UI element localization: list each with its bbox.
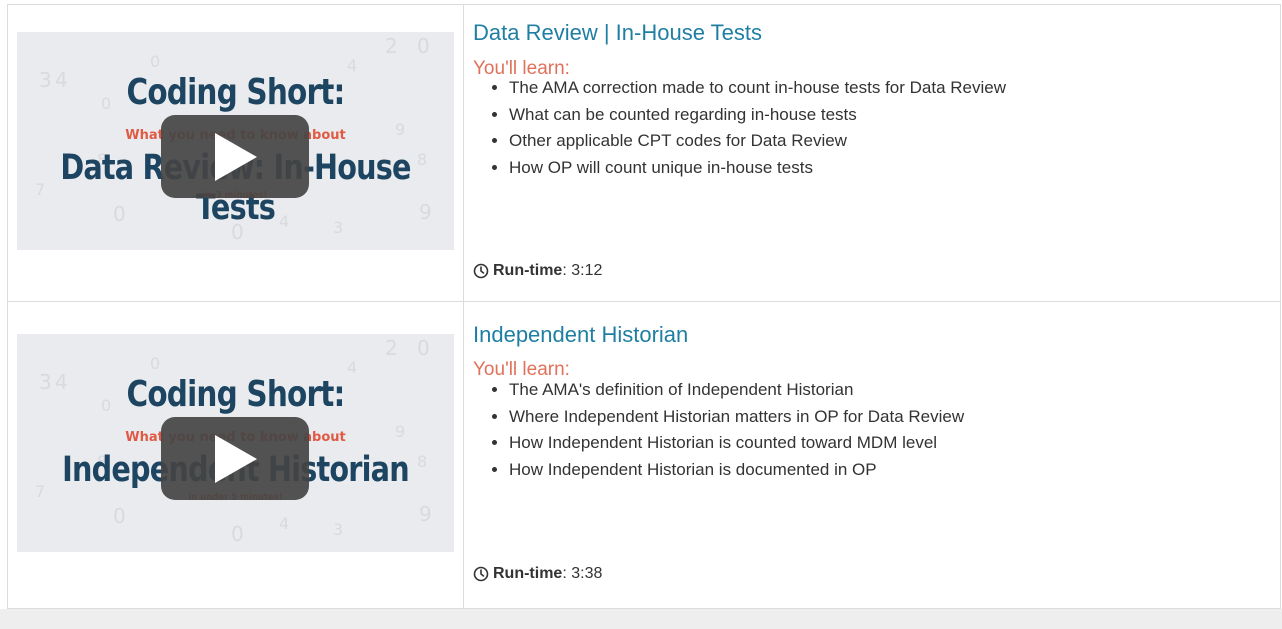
background-digit: 2: [385, 336, 398, 360]
background-digit: 7: [35, 180, 46, 199]
learning-point: Where Independent Historian matters in O…: [509, 404, 964, 431]
background-digit: 0: [150, 354, 161, 373]
runtime-value: : 3:12: [562, 262, 603, 279]
info-cell: Independent Historian You'll learn: The …: [463, 301, 1281, 609]
learning-point: What can be counted regarding in-house t…: [509, 102, 1006, 129]
background-digit: 3: [39, 370, 52, 394]
background-digit: 0: [150, 52, 161, 71]
play-icon: [215, 435, 257, 483]
background-digit: 2: [385, 34, 398, 58]
play-icon: [215, 133, 257, 181]
background-digit: 0: [231, 522, 244, 546]
learning-point: The AMA's definition of Independent Hist…: [509, 377, 964, 404]
background-digit: 3: [39, 68, 52, 92]
runtime-info: Run-time : 3:38: [473, 565, 602, 583]
video-title-link[interactable]: Independent Historian: [473, 322, 688, 348]
clock-icon: [473, 263, 489, 279]
info-cell: Data Review | In-House Tests You'll lear…: [463, 4, 1281, 302]
thumbnail-heading: Coding Short:: [126, 374, 346, 415]
runtime-label: Run-time: [493, 262, 563, 279]
background-digit: 4: [279, 514, 290, 533]
learning-point: The AMA correction made to count in-hous…: [509, 75, 1006, 102]
learning-points-list: The AMA correction made to count in-hous…: [473, 75, 1006, 181]
learning-point: How Independent Historian is counted tow…: [509, 430, 964, 457]
thumbnail-heading: Coding Short:: [126, 72, 346, 113]
runtime-value: : 3:38: [562, 565, 603, 582]
background-digit: 3: [333, 520, 344, 539]
learning-point: How Independent Historian is documented …: [509, 457, 964, 484]
video-title-link[interactable]: Data Review | In-House Tests: [473, 20, 762, 46]
runtime-info: Run-time : 3:12: [473, 262, 602, 280]
background-digit: 0: [417, 34, 430, 58]
learning-point: Other applicable CPT codes for Data Revi…: [509, 128, 1006, 155]
learning-points-list: The AMA's definition of Independent Hist…: [473, 377, 964, 483]
background-digit: 0: [417, 336, 430, 360]
background-digit: 8: [417, 452, 428, 471]
learning-point: How OP will count unique in-house tests: [509, 155, 1006, 182]
play-button[interactable]: [161, 417, 309, 500]
video-thumbnail[interactable]: 3 4 0 0 2 0 4 9 8 7 0 0 4 3 9 8 Coding S…: [17, 32, 454, 250]
runtime-label: Run-time: [493, 565, 563, 582]
background-digit: 9: [419, 200, 432, 224]
video-thumbnail[interactable]: 3 4 0 0 2 0 4 9 8 7 0 0 4 3 9 8 Coding S…: [17, 334, 454, 552]
background-digit: 0: [113, 504, 126, 528]
page-footer-band: [0, 609, 1282, 629]
background-digit: 9: [419, 502, 432, 526]
clock-icon: [473, 566, 489, 582]
play-button[interactable]: [161, 115, 309, 198]
background-digit: 8: [417, 150, 428, 169]
background-digit: 7: [35, 482, 46, 501]
